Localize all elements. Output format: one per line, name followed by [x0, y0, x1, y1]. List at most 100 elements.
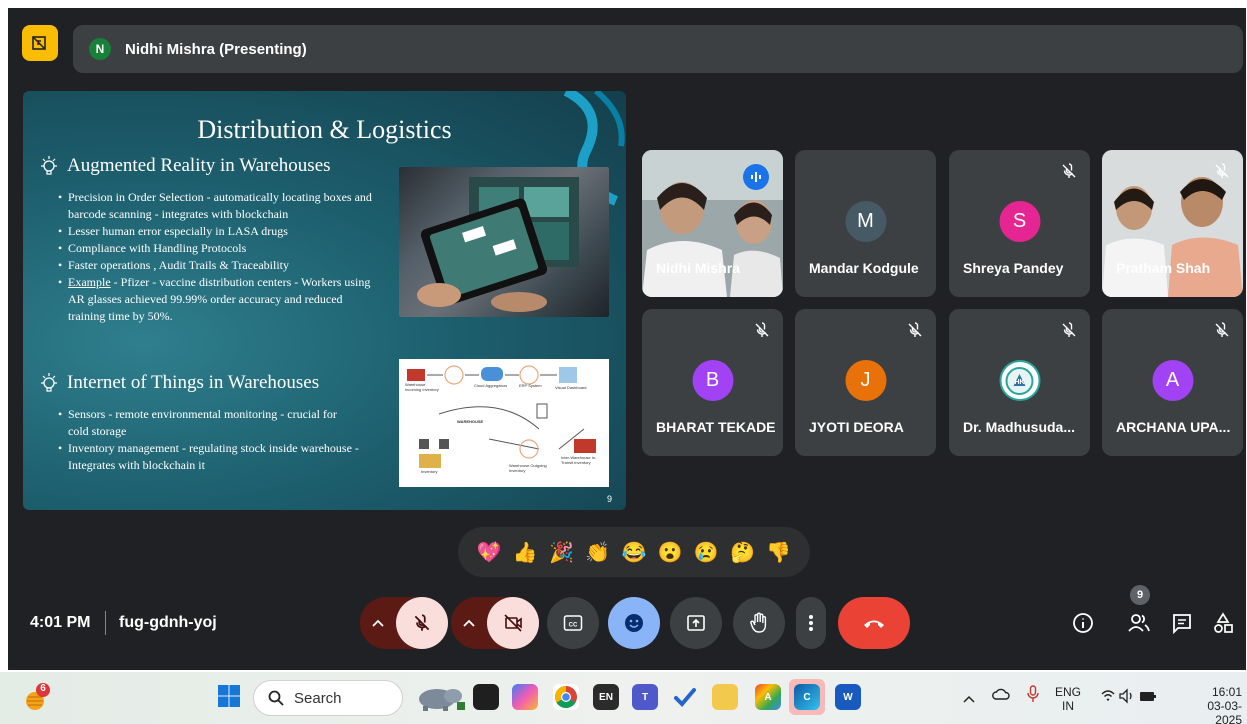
slide-title: Distribution & Logistics: [197, 115, 452, 144]
diagram-label: WAREHOUSE: [457, 419, 484, 424]
presenter-avatar: N: [89, 38, 111, 60]
present-screen-button[interactable]: [670, 597, 722, 649]
checkmark-icon: [674, 688, 696, 707]
taskbar-hippo-widget[interactable]: [415, 682, 465, 717]
lightbulb-icon: [41, 156, 57, 175]
shared-slide: Distribution & Logistics Augmented Reali…: [23, 91, 626, 510]
mic-options-button[interactable]: [360, 597, 396, 649]
show-hidden-icons-button[interactable]: [963, 690, 975, 708]
widgets-button[interactable]: 6: [22, 680, 52, 714]
todo-icon[interactable]: [672, 684, 698, 710]
camera-off-icon: [504, 614, 522, 632]
participant-name: ARCHANA UPA...: [1116, 419, 1231, 435]
participant-name: Shreya Pandey: [963, 260, 1064, 276]
participant-tile[interactable]: B BHARAT TEKADE: [642, 309, 783, 456]
reaction-party-popper[interactable]: 🎉: [547, 537, 577, 567]
network-volume-battery-tray[interactable]: [1100, 688, 1158, 709]
participant-avatar: J: [845, 360, 886, 401]
list-item-continued: AR glasses achieved 99.99% order accurac…: [68, 292, 343, 306]
svg-text:CC: CC: [569, 623, 578, 629]
word-icon[interactable]: W: [835, 684, 861, 710]
more-vert-icon: [809, 615, 813, 631]
captions-button[interactable]: CC: [547, 597, 599, 649]
institution-logo-icon: HK: [1005, 366, 1034, 395]
list-item-continued: training time by 50%.: [68, 309, 173, 323]
reaction-surprised[interactable]: 😮: [655, 537, 685, 567]
start-button[interactable]: [217, 684, 241, 713]
section-iot-heading: Internet of Things in Warehouses: [39, 372, 319, 394]
language-app-icon[interactable]: EN: [593, 684, 619, 710]
participant-name: Pratham Shah: [1116, 260, 1211, 276]
reaction-thumbs-down[interactable]: 👎: [764, 537, 794, 567]
reactions-button[interactable]: [608, 597, 660, 649]
camera-off-indicator[interactable]: [22, 25, 58, 61]
reaction-thinking[interactable]: 🤔: [728, 537, 758, 567]
list-item-continued: Integrates with blockchain it: [68, 458, 205, 472]
meeting-time: 4:01 PM: [30, 614, 91, 631]
participant-tile[interactable]: M Mandar Kodgule: [795, 150, 936, 297]
list-item: Faster operations , Audit Trails & Trace…: [58, 257, 398, 274]
system-clock[interactable]: 16:01 03-03-2025: [1188, 685, 1242, 724]
raise-hand-button[interactable]: [733, 597, 785, 649]
diagram-label: Inventory: [421, 469, 438, 474]
reaction-sparkling-heart[interactable]: 💖: [474, 537, 504, 567]
participant-name: Mandar Kodgule: [809, 260, 919, 276]
present-icon: [687, 615, 705, 631]
activities-button[interactable]: [1208, 608, 1238, 638]
mic-off-icon: [755, 322, 769, 337]
tablet-illustration: [417, 177, 579, 312]
diagram-label: Warehouse Incoming Inventory: [405, 382, 439, 392]
language-indicator[interactable]: ENG IN: [1055, 685, 1081, 713]
participant-avatar: B: [692, 360, 733, 401]
camera-toggle-button[interactable]: [487, 597, 539, 649]
participant-name: Dr. Madhusuda...: [963, 419, 1076, 435]
mic-toggle-button[interactable]: [396, 597, 448, 649]
task-view-icon[interactable]: [473, 684, 499, 710]
list-item-continued: barcode scanning - integrates with block…: [68, 207, 289, 221]
copilot-icon[interactable]: [512, 684, 538, 710]
participant-tile[interactable]: Nidhi Mishra: [642, 150, 783, 297]
teams-icon[interactable]: T: [632, 684, 658, 710]
divider: [105, 611, 106, 635]
diagram-label: Cloud Aggregators: [474, 383, 508, 388]
mic-off-icon: [1062, 322, 1076, 337]
meeting-details-button[interactable]: [1068, 608, 1098, 638]
people-button[interactable]: [1124, 608, 1154, 638]
participant-tile[interactable]: HK Dr. Madhusuda...: [949, 309, 1090, 456]
reaction-crying[interactable]: 😢: [691, 537, 721, 567]
mic-off-icon: [1215, 163, 1229, 178]
participant-name: JYOTI DEORA: [809, 419, 904, 435]
closed-captions-icon: CC: [563, 615, 583, 631]
onedrive-tray[interactable]: [992, 687, 1010, 706]
list-item-continued: cold storage: [68, 424, 127, 438]
participant-tile[interactable]: Pratham Shah: [1102, 150, 1243, 297]
reaction-thumbs-up[interactable]: 👍: [510, 537, 540, 567]
search-placeholder: Search: [294, 689, 342, 707]
file-explorer-icon[interactable]: [712, 684, 738, 710]
edge-icon[interactable]: C: [794, 684, 820, 710]
chrome-logo-icon: [555, 686, 577, 708]
mic-off-icon: [1215, 322, 1229, 337]
participant-tile[interactable]: J JYOTI DEORA: [795, 309, 936, 456]
taskbar-search[interactable]: Search: [253, 680, 403, 716]
section-ar-title: Augmented Reality in Warehouses: [67, 155, 331, 176]
chat-button[interactable]: [1167, 608, 1197, 638]
list-item: Precision in Order Selection - automatic…: [58, 189, 398, 206]
clock-time: 16:01: [1211, 685, 1242, 699]
chrome-profile-icon[interactable]: A: [755, 684, 781, 710]
more-options-button[interactable]: [796, 597, 826, 649]
hippo-icon: [419, 689, 465, 711]
list-item: Sensors - remote environmental monitorin…: [58, 406, 398, 423]
participant-tile[interactable]: S Shreya Pandey: [949, 150, 1090, 297]
weather-widget-icon: [26, 683, 50, 710]
leave-call-button[interactable]: [838, 597, 910, 649]
chrome-icon[interactable]: [553, 684, 579, 710]
reaction-joy[interactable]: 😂: [619, 537, 649, 567]
mic-tray[interactable]: [1027, 685, 1039, 708]
emoji-smile-icon: [625, 614, 643, 632]
camera-options-button[interactable]: [451, 597, 487, 649]
participant-tile[interactable]: A ARCHANA UPA...: [1102, 309, 1243, 456]
reaction-clapping[interactable]: 👏: [583, 537, 613, 567]
audio-level-icon: [751, 172, 761, 182]
region-code: IN: [1062, 699, 1074, 713]
